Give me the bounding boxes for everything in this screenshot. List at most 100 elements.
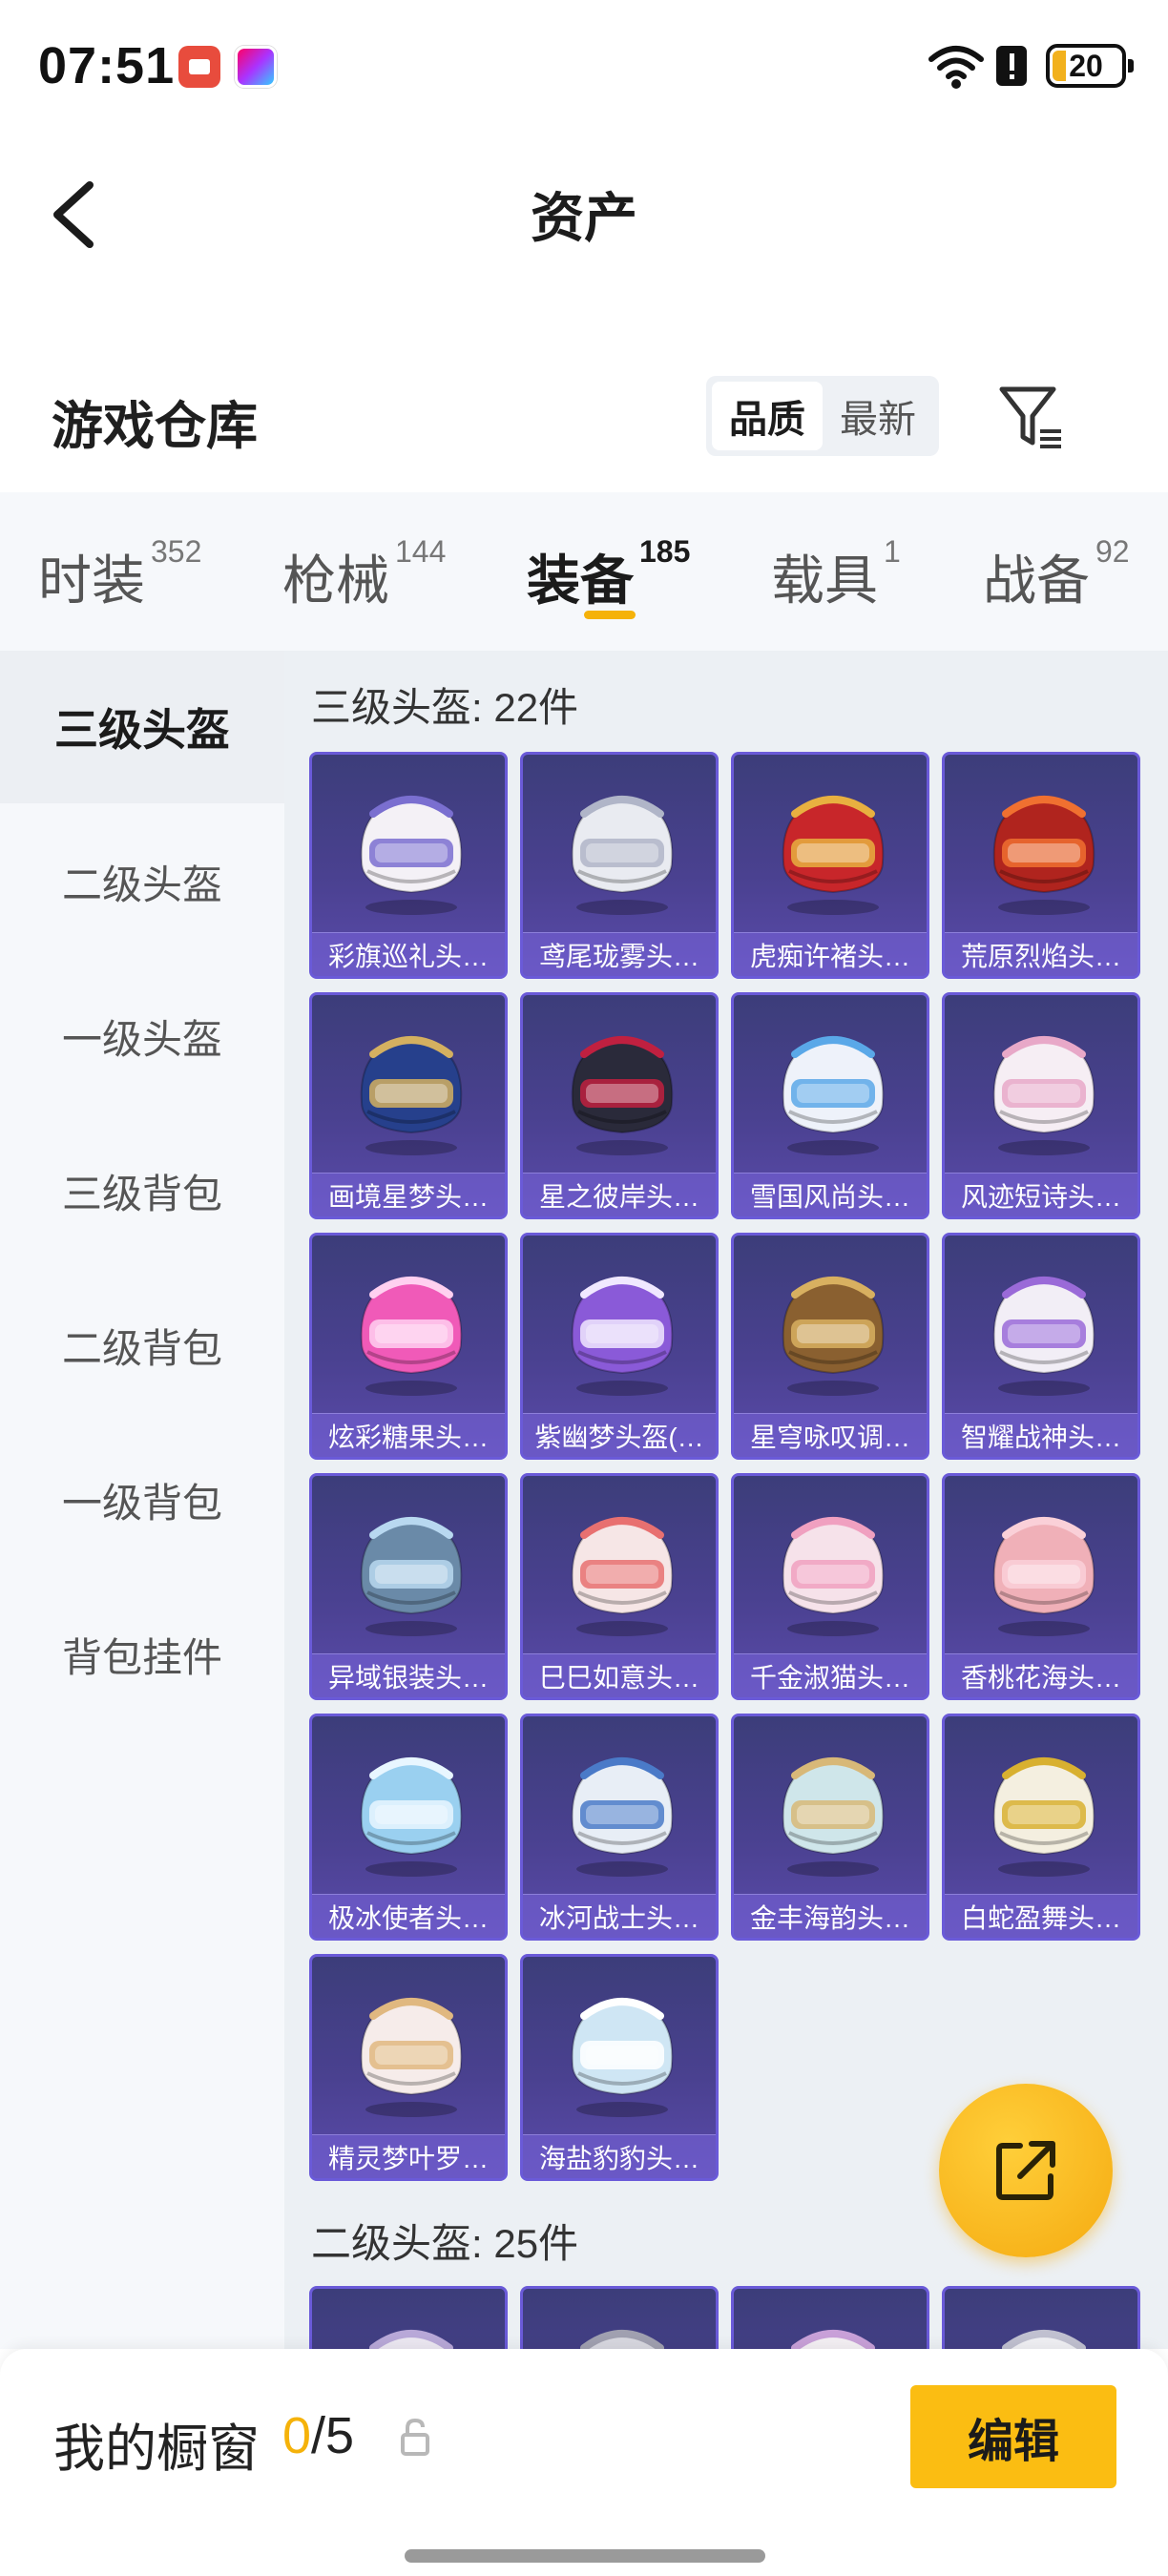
item-card[interactable]: 虎痴许褚头… bbox=[731, 752, 929, 979]
item-name: 荒原烈焰头… bbox=[945, 932, 1137, 976]
item-card[interactable]: 千金淑猫头… bbox=[731, 1473, 929, 1700]
active-tab-indicator bbox=[584, 611, 636, 619]
item-card[interactable]: 香桃花海头… bbox=[942, 1473, 1140, 1700]
sort-newest-option[interactable]: 最新 bbox=[823, 382, 933, 450]
sidebar-item-level2-helmet[interactable]: 二级头盔 bbox=[0, 805, 284, 958]
showcase-title: 我的橱窗 bbox=[53, 2420, 260, 2478]
helmet-icon bbox=[360, 795, 463, 915]
showcase-count-total: /5 bbox=[311, 2407, 355, 2464]
item-name: 画境星梦头… bbox=[312, 1173, 505, 1216]
item-name: 白蛇盈舞头… bbox=[945, 1894, 1137, 1938]
tab-equipment[interactable]: 装备 185 bbox=[527, 534, 690, 615]
tab-label: 装备 bbox=[527, 551, 634, 611]
edit-button[interactable]: 编辑 bbox=[910, 2385, 1116, 2488]
item-name: 星之彼岸头… bbox=[523, 1173, 716, 1216]
item-card[interactable] bbox=[942, 2286, 1140, 2349]
item-card[interactable]: 极冰使者头… bbox=[309, 1714, 508, 1941]
tab-supplies[interactable]: 战备 92 bbox=[983, 534, 1130, 615]
tab-label: 载具 bbox=[771, 551, 878, 611]
helmet-icon bbox=[782, 1516, 885, 1636]
tab-count: 144 bbox=[395, 534, 447, 569]
helmet-icon bbox=[1002, 2329, 1086, 2349]
sidebar-item-level3-backpack[interactable]: 三级背包 bbox=[0, 1114, 284, 1267]
item-card[interactable]: 炫彩糖果头… bbox=[309, 1233, 508, 1460]
item-card[interactable]: 巳巳如意头… bbox=[520, 1473, 719, 1700]
warehouse-row: 游戏仓库 品质 最新 bbox=[0, 363, 1168, 477]
sidebar-item-level2-backpack[interactable]: 二级背包 bbox=[0, 1269, 284, 1422]
item-card[interactable]: 冰河战士头… bbox=[520, 1714, 719, 1941]
recorder-app-icon bbox=[178, 46, 220, 88]
item-card[interactable]: 雪国风尚头… bbox=[731, 992, 929, 1219]
helmet-icon bbox=[992, 1276, 1095, 1396]
item-card[interactable]: 白蛇盈舞头… bbox=[942, 1714, 1140, 1941]
item-card[interactable]: 智耀战神头… bbox=[942, 1233, 1140, 1460]
header: 资产 bbox=[0, 134, 1168, 277]
helmet-icon bbox=[782, 1276, 885, 1396]
share-button[interactable] bbox=[939, 2084, 1113, 2257]
tab-vehicles[interactable]: 载具 1 bbox=[771, 534, 901, 615]
item-card[interactable]: 紫幽梦头盔(… bbox=[520, 1233, 719, 1460]
item-card[interactable]: 异域银装头… bbox=[309, 1473, 508, 1700]
helmet-icon bbox=[360, 1997, 463, 2117]
lock-icon bbox=[401, 2418, 429, 2456]
item-name: 鸢尾珑雾头… bbox=[523, 932, 716, 976]
sidebar-item-level1-helmet[interactable]: 一级头盔 bbox=[0, 960, 284, 1112]
item-card[interactable]: 彩旗巡礼头… bbox=[309, 752, 508, 979]
item-card[interactable]: 金丰海韵头… bbox=[731, 1714, 929, 1941]
filter-icon[interactable] bbox=[996, 382, 1065, 454]
item-name: 巳巳如意头… bbox=[523, 1653, 716, 1697]
helmet-icon bbox=[571, 1035, 674, 1155]
home-indicator[interactable] bbox=[405, 2549, 765, 2563]
helmet-icon bbox=[782, 795, 885, 915]
sidebar-item-level3-helmet[interactable]: 三级头盔 bbox=[0, 651, 284, 803]
helmet-icon bbox=[992, 1516, 1095, 1636]
item-name: 紫幽梦头盔(… bbox=[523, 1413, 716, 1457]
item-name: 彩旗巡礼头… bbox=[312, 932, 505, 976]
item-card[interactable] bbox=[309, 2286, 508, 2349]
item-name: 虎痴许褚头… bbox=[734, 932, 927, 976]
showcase-count: 0/5 bbox=[282, 2406, 354, 2465]
item-name: 精灵梦叶罗… bbox=[312, 2134, 505, 2178]
item-grid-level3-helmet: 彩旗巡礼头… 鸢尾珑雾头… 虎痴许褚头… 荒原烈焰头… 画境星梦头… 星之彼岸头… 雪国风尚… bbox=[309, 752, 1149, 2183]
helmet-icon bbox=[992, 1756, 1095, 1877]
helmet-icon bbox=[571, 1997, 674, 2117]
item-card[interactable]: 星穹咏叹调… bbox=[731, 1233, 929, 1460]
item-card[interactable] bbox=[520, 2286, 719, 2349]
item-name: 星穹咏叹调… bbox=[734, 1413, 927, 1457]
item-card[interactable]: 风迹短诗头… bbox=[942, 992, 1140, 1219]
page-title: 资产 bbox=[531, 188, 637, 248]
tab-count: 185 bbox=[639, 534, 691, 569]
sidebar-item-level1-backpack[interactable]: 一级背包 bbox=[0, 1423, 284, 1576]
helmet-icon bbox=[782, 1035, 885, 1155]
helmet-icon bbox=[571, 1516, 674, 1636]
item-card[interactable] bbox=[731, 2286, 929, 2349]
item-card[interactable]: 精灵梦叶罗… bbox=[309, 1954, 508, 2181]
sidebar-item-backpack-charm[interactable]: 背包挂件 bbox=[0, 1578, 284, 1731]
status-bar: 07:51 20 bbox=[0, 0, 1168, 134]
tab-count: 352 bbox=[151, 534, 202, 569]
helmet-icon bbox=[992, 795, 1095, 915]
item-card[interactable]: 海盐豹豹头… bbox=[520, 1954, 719, 2181]
tab-label: 时装 bbox=[38, 551, 145, 611]
battery-level: 20 bbox=[1069, 48, 1103, 83]
battery-icon: 20 bbox=[1046, 44, 1134, 88]
item-card[interactable]: 星之彼岸头… bbox=[520, 992, 719, 1219]
item-grid-level2-helmet bbox=[309, 2286, 1149, 2349]
sort-quality-option[interactable]: 品质 bbox=[712, 382, 823, 450]
helmet-icon bbox=[782, 1756, 885, 1877]
tab-label: 战备 bbox=[983, 551, 1090, 611]
item-name: 异域银装头… bbox=[312, 1653, 505, 1697]
tab-guns[interactable]: 枪械 144 bbox=[282, 534, 446, 615]
item-card[interactable]: 画境星梦头… bbox=[309, 992, 508, 1219]
tab-fashion[interactable]: 时装 352 bbox=[38, 534, 201, 615]
item-name: 冰河战士头… bbox=[523, 1894, 716, 1938]
item-card[interactable]: 鸢尾珑雾头… bbox=[520, 752, 719, 979]
wifi-icon bbox=[928, 46, 984, 89]
item-name: 海盐豹豹头… bbox=[523, 2134, 716, 2178]
helmet-icon bbox=[369, 2329, 453, 2349]
showcase-bar: 我的橱窗 0/5 编辑 bbox=[0, 2349, 1168, 2576]
category-tabs: 时装 352 枪械 144 装备 185 载具 1 战备 92 bbox=[0, 492, 1168, 651]
tab-count: 1 bbox=[884, 534, 901, 569]
sidebar: 三级头盔 二级头盔 一级头盔 三级背包 二级背包 一级背包 背包挂件 bbox=[0, 651, 284, 2349]
item-card[interactable]: 荒原烈焰头… bbox=[942, 752, 1140, 979]
